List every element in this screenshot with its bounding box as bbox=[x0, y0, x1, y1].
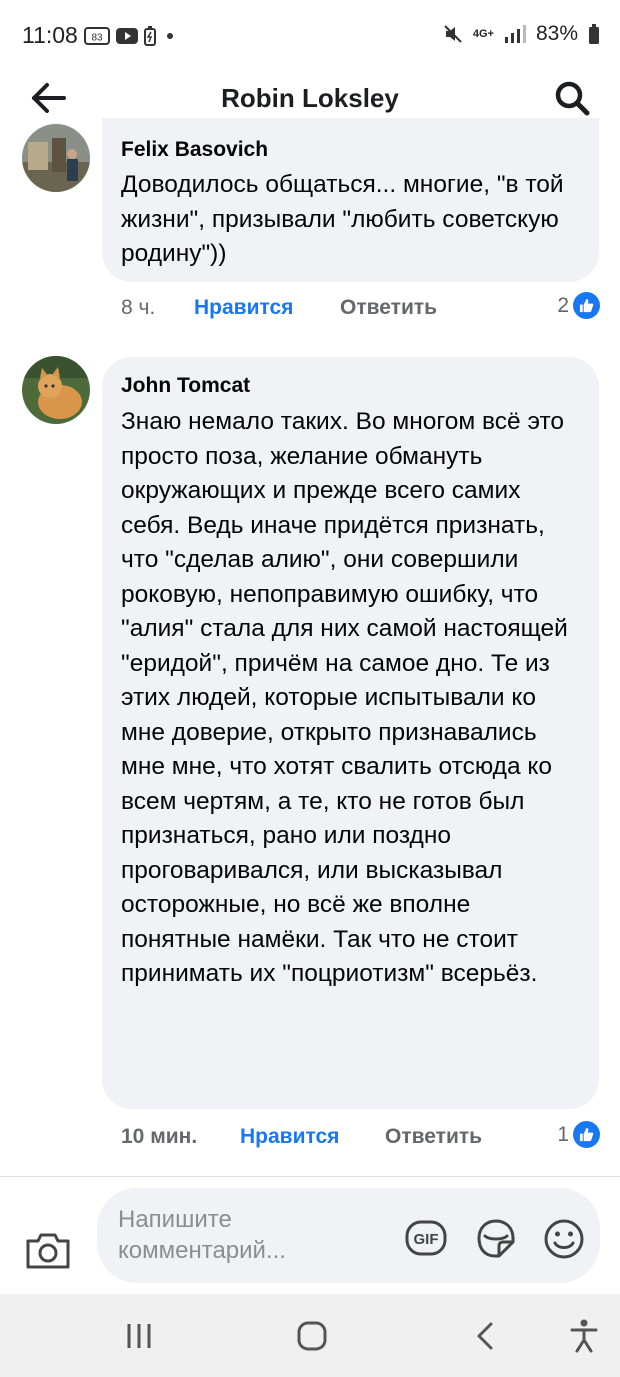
sticker-icon bbox=[477, 1219, 515, 1258]
back-icon bbox=[477, 1322, 493, 1350]
comment-text: Доводилось общаться... многие, "в той жи… bbox=[121, 171, 564, 267]
comment-author[interactable]: Felix Basovich bbox=[121, 136, 580, 164]
comment-bubble[interactable]: Felix Basovich Доводилось общаться... мн… bbox=[102, 118, 599, 282]
youtube-icon bbox=[116, 28, 138, 44]
camera-button[interactable] bbox=[24, 1231, 72, 1271]
like-reaction-icon bbox=[573, 1121, 600, 1148]
back-nav-button[interactable] bbox=[466, 1316, 506, 1356]
network-type: 4G+ bbox=[472, 28, 494, 40]
status-notification-icons: 83 bbox=[84, 26, 178, 46]
like-reaction-icon bbox=[573, 292, 600, 319]
comment-time: 10 мин. bbox=[121, 1125, 198, 1148]
comment-input[interactable]: Напишите комментарий... GIF bbox=[97, 1188, 600, 1283]
avatar[interactable] bbox=[22, 124, 90, 192]
sticker-button[interactable] bbox=[475, 1218, 515, 1258]
avatar[interactable] bbox=[22, 356, 90, 424]
battery-saver-icon bbox=[144, 26, 156, 46]
reply-button[interactable]: Ответить bbox=[385, 1125, 482, 1149]
status-bar: 11:08 83 4G+ 83% bbox=[0, 0, 620, 66]
notification-badge-icon: 83 bbox=[84, 27, 110, 45]
recent-apps-button[interactable] bbox=[119, 1316, 159, 1356]
reply-button[interactable]: Ответить bbox=[340, 296, 437, 320]
accessibility-icon bbox=[570, 1319, 598, 1353]
status-time: 11:08 bbox=[22, 22, 78, 48]
emoji-icon bbox=[544, 1219, 584, 1259]
search-icon bbox=[555, 81, 590, 116]
battery-percent: 83% bbox=[535, 22, 578, 45]
svg-text:83: 83 bbox=[91, 33, 103, 44]
mute-icon bbox=[444, 25, 462, 43]
search-button[interactable] bbox=[552, 78, 592, 118]
accessibility-button[interactable] bbox=[564, 1316, 604, 1356]
comment-bubble[interactable]: John Tomcat Знаю немало таких. Во многом… bbox=[102, 357, 599, 1109]
avatar-photo-icon bbox=[22, 124, 90, 192]
home-button[interactable] bbox=[292, 1316, 332, 1356]
page-title: Robin Loksley bbox=[221, 83, 399, 113]
reaction-count[interactable]: 2 bbox=[557, 292, 600, 319]
home-icon bbox=[297, 1321, 327, 1351]
status-right: 4G+ 83% bbox=[443, 22, 600, 46]
comment-author[interactable]: John Tomcat bbox=[121, 372, 580, 400]
avatar-cat-icon bbox=[22, 356, 90, 424]
dot-icon bbox=[167, 33, 173, 39]
gif-button[interactable]: GIF bbox=[405, 1218, 447, 1258]
system-nav-bar bbox=[0, 1294, 620, 1377]
emoji-button[interactable] bbox=[543, 1218, 584, 1259]
recent-apps-icon bbox=[127, 1324, 151, 1348]
comment-text: Знаю немало таких. Во многом всё это про… bbox=[121, 408, 568, 987]
comment-input-placeholder[interactable]: Напишите комментарий... bbox=[118, 1204, 348, 1266]
gif-icon: GIF bbox=[405, 1220, 447, 1256]
divider bbox=[0, 1176, 620, 1177]
like-button[interactable]: Нравится bbox=[194, 296, 293, 320]
like-button[interactable]: Нравится bbox=[240, 1125, 339, 1149]
comment-time: 8 ч. bbox=[121, 296, 156, 319]
reaction-number: 1 bbox=[557, 1122, 569, 1146]
svg-text:GIF: GIF bbox=[414, 1231, 439, 1248]
battery-icon bbox=[589, 24, 599, 44]
camera-icon bbox=[26, 1233, 70, 1269]
reaction-number: 2 bbox=[557, 293, 569, 317]
reaction-count[interactable]: 1 bbox=[557, 1121, 600, 1148]
signal-icon bbox=[504, 25, 526, 43]
